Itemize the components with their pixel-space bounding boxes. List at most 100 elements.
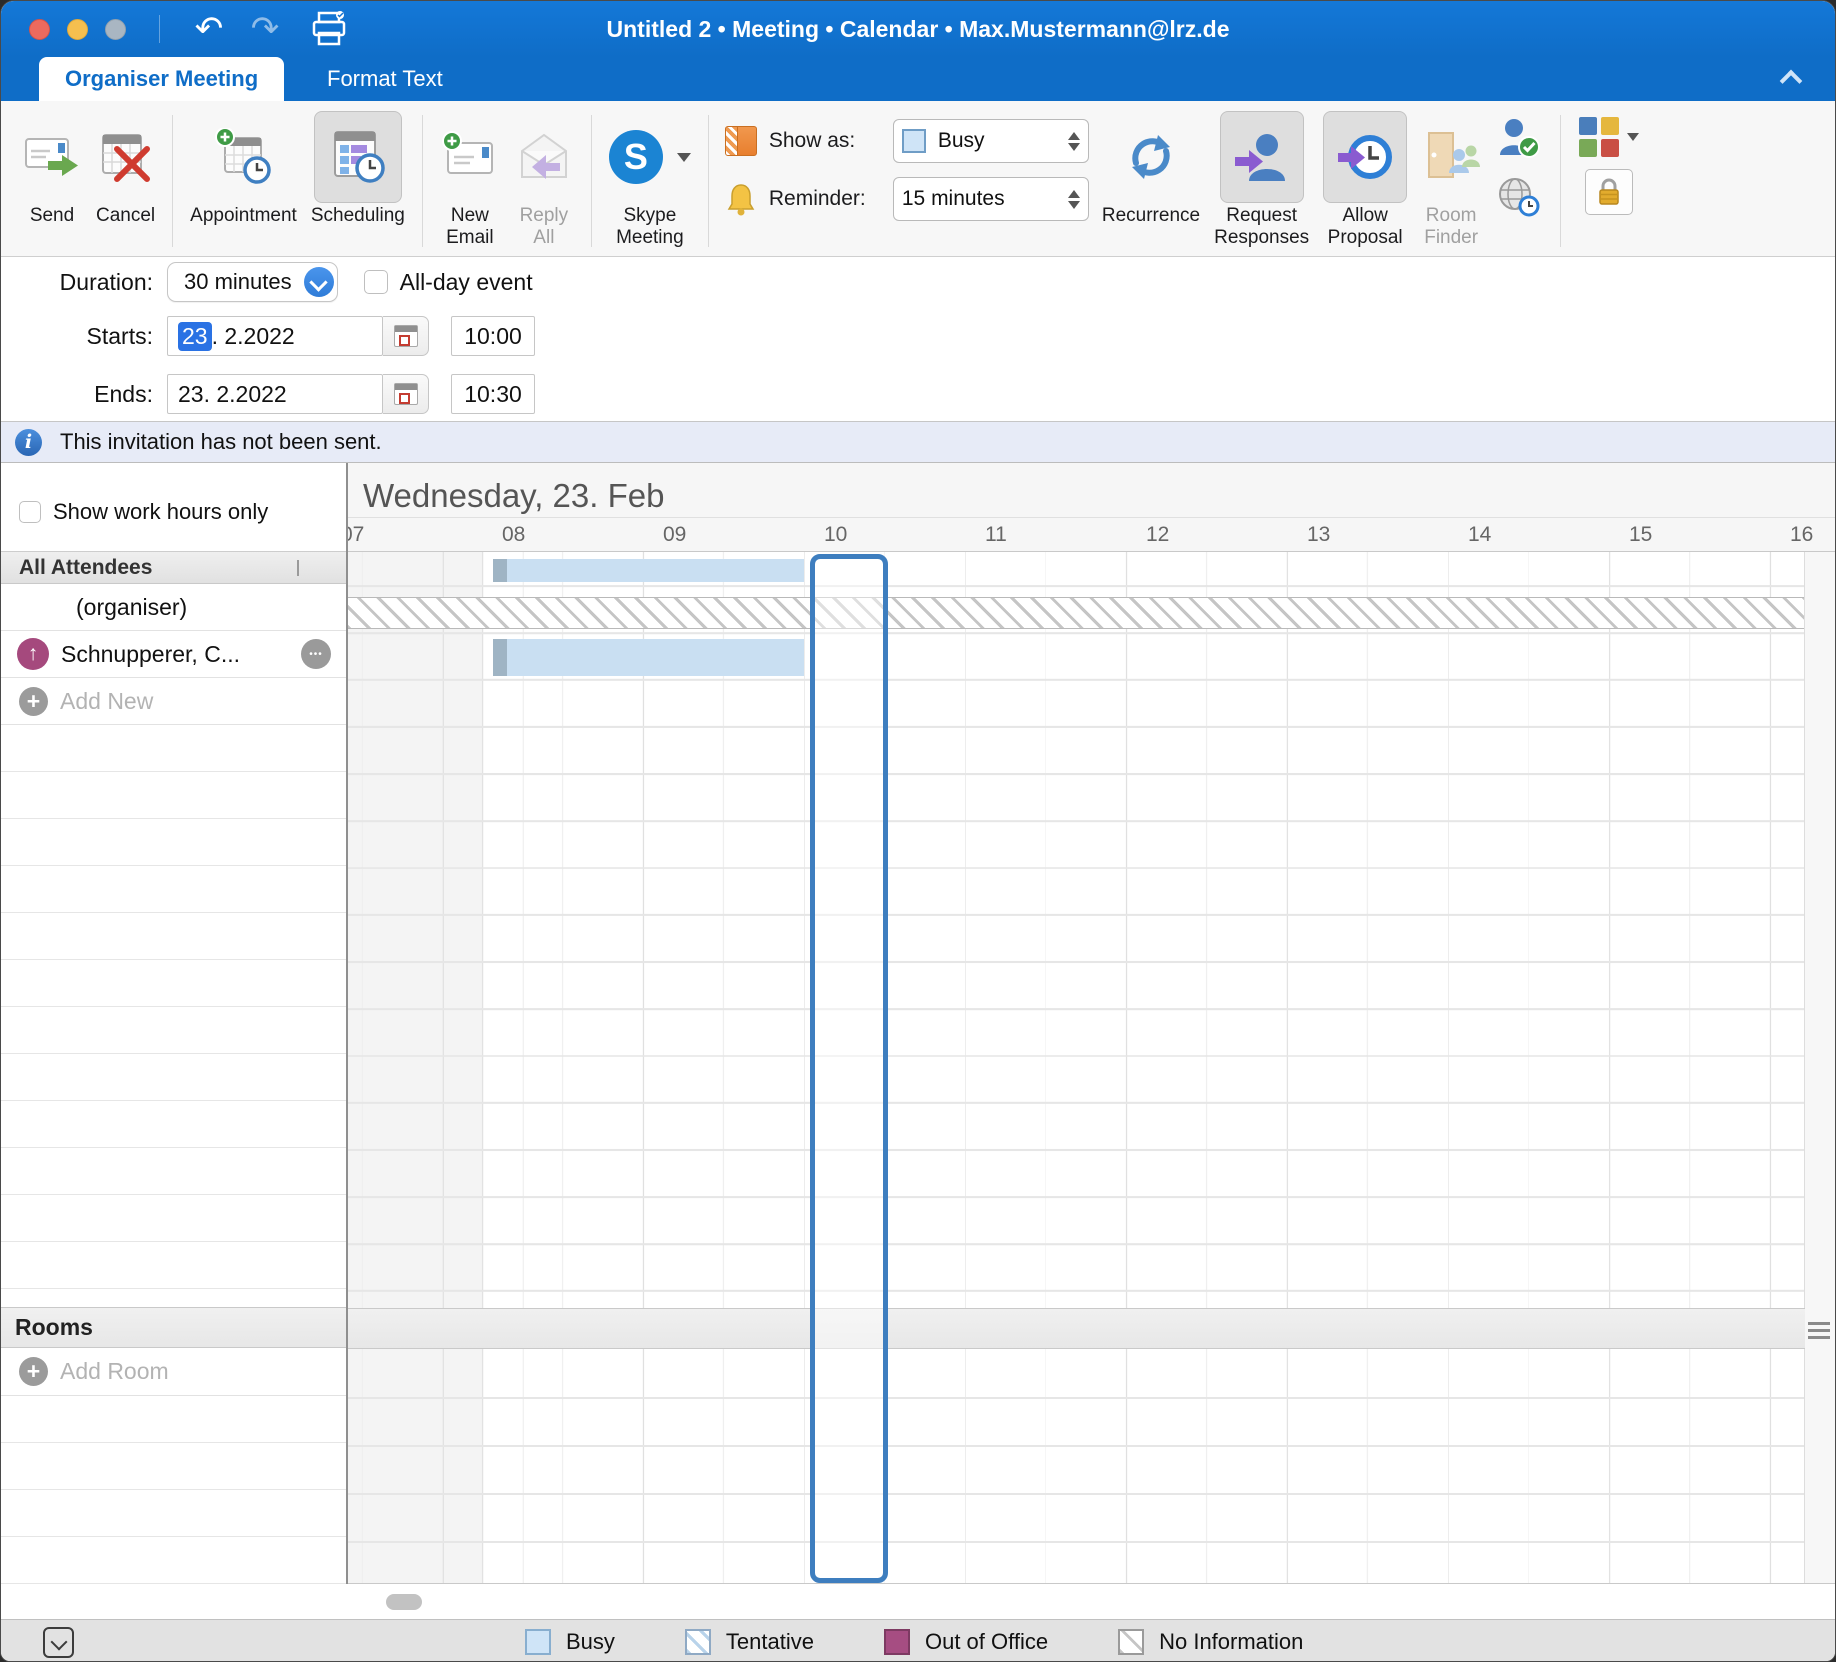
undo-icon[interactable]: ↶ [187, 9, 231, 49]
hour-label: 14 [1468, 523, 1491, 547]
day-header: Wednesday, 23. Feb [347, 463, 1835, 517]
expand-panel-icon[interactable] [43, 1627, 74, 1658]
show-as-dropdown[interactable]: Busy [893, 119, 1089, 163]
tab-organiser-meeting[interactable]: Organiser Meeting [39, 57, 284, 101]
reminder-dropdown[interactable]: 15 minutes [893, 177, 1089, 221]
ends-date-picker-button[interactable] [383, 374, 429, 414]
send-icon [22, 111, 82, 203]
starts-date-picker-button[interactable] [383, 316, 429, 356]
zoom-window-button[interactable] [105, 19, 126, 40]
appointment-icon [213, 111, 275, 203]
attendee-status-icon[interactable] [1496, 117, 1542, 164]
close-window-button[interactable] [29, 19, 50, 40]
grid-row-lines [347, 1349, 1835, 1584]
horizontal-scroll-strip [1, 1584, 1835, 1619]
dropdown-chevron-icon [304, 267, 334, 297]
recurrence-button[interactable]: Recurrence [1102, 111, 1200, 227]
stepper-icon[interactable] [1068, 190, 1080, 209]
ribbon-right-icons [1579, 117, 1639, 215]
busy-bar [493, 639, 804, 676]
tab-format-text[interactable]: Format Text [301, 57, 469, 101]
hour-label: 10 [824, 523, 847, 547]
show-work-hours-checkbox[interactable] [19, 501, 41, 523]
minimize-window-button[interactable] [67, 19, 88, 40]
legend-label: No Information [1159, 1629, 1303, 1655]
legend-label: Out of Office [925, 1629, 1048, 1655]
redo-icon[interactable]: ↷ [243, 9, 287, 49]
ribbon-small-icons [1496, 117, 1542, 223]
stepper-icon[interactable] [1068, 132, 1080, 151]
collapse-ribbon-icon[interactable] [1781, 71, 1801, 85]
panel-divider[interactable] [346, 463, 348, 1584]
ribbon-separator [422, 115, 423, 247]
horizontal-scrollbar[interactable] [386, 1594, 422, 1610]
recurrence-icon [1122, 111, 1180, 203]
invitation-info-bar: i This invitation has not been sent. [1, 421, 1835, 463]
selected-time-slot[interactable] [810, 554, 888, 1583]
reply-all-button[interactable]: Reply All [514, 111, 574, 249]
hour-label: 12 [1146, 523, 1169, 547]
all-attendees-header: All Attendees [1, 551, 347, 584]
ends-time-field[interactable]: 10:30 [451, 374, 535, 414]
request-responses-button[interactable]: Request Responses [1214, 111, 1309, 249]
attendee-panel: Show work hours only All Attendees (orga… [1, 463, 347, 1584]
no-information-bar [347, 597, 1805, 629]
busy-bar [493, 559, 804, 582]
ends-date-field[interactable]: 23. 2.2022 [167, 374, 383, 414]
cancel-icon [97, 111, 155, 203]
busy-swatch-icon [525, 1629, 551, 1655]
empty-attendee-rows [1, 725, 347, 1307]
ribbon-tab-bar: Organiser Meeting Format Text [1, 57, 1835, 101]
all-day-event-checkbox[interactable] [364, 270, 388, 294]
legend-bar: Busy Tentative Out of Office No Information [1, 1619, 1835, 1662]
free-busy-grid[interactable] [347, 551, 1835, 1584]
attendee-row-organiser[interactable]: (organiser) [1, 584, 347, 631]
appointment-button[interactable]: Appointment [190, 111, 297, 227]
legend-item: Out of Office [884, 1629, 1048, 1655]
reminder-bell-icon [725, 182, 757, 216]
legend-label: Tentative [726, 1629, 814, 1655]
calendar-icon [394, 383, 418, 405]
ribbon-separator [172, 115, 173, 247]
send-button[interactable]: Send [22, 111, 82, 227]
rooms-grip-icon[interactable] [1808, 1322, 1830, 1325]
free-busy-legend: Busy Tentative Out of Office No Information [525, 1620, 1303, 1662]
attendee-row[interactable]: ↑ Schnupperer, C... ••• [1, 631, 347, 678]
room-finder-icon [1421, 111, 1481, 203]
rooms-header: Rooms [1, 1307, 347, 1348]
private-button[interactable] [1585, 169, 1633, 215]
show-as-reminder-group: Show as: Busy Reminder: 15 minutes [725, 119, 1089, 221]
add-room-row[interactable]: + Add Room [1, 1348, 347, 1396]
busy-swatch-icon [902, 129, 926, 153]
add-new-attendee-row[interactable]: + Add New [1, 678, 347, 725]
dropdown-caret-icon [1627, 133, 1639, 141]
starts-time-field[interactable]: 10:00 [451, 316, 535, 356]
column-resize-handle[interactable] [297, 560, 299, 576]
starts-date-field[interactable]: 23. 2.2022 [167, 316, 383, 356]
legend-item: Busy [525, 1629, 615, 1655]
time-zones-icon[interactable] [1496, 176, 1542, 223]
cancel-button[interactable]: Cancel [96, 111, 155, 227]
titlebar-separator [159, 15, 160, 43]
room-finder-button[interactable]: Room Finder [1421, 111, 1481, 249]
add-icon: + [19, 687, 48, 716]
hour-label: 08 [502, 523, 525, 547]
print-icon[interactable] [307, 11, 351, 56]
attendee-options-icon[interactable]: ••• [301, 639, 331, 669]
info-text: This invitation has not been sent. [60, 429, 382, 455]
required-attendee-icon: ↑ [17, 638, 49, 670]
skype-meeting-button[interactable]: S Skype Meeting [609, 111, 691, 249]
hour-label: 16 [1790, 523, 1813, 547]
hour-label-strip: 07080910111213141516 [347, 517, 1835, 551]
legend-item: Tentative [685, 1629, 814, 1655]
dropdown-caret-icon [677, 153, 691, 162]
allow-proposal-button[interactable]: Allow Proposal [1323, 111, 1407, 249]
show-as-label: Show as: [769, 129, 879, 153]
scheduling-button[interactable]: Scheduling [311, 111, 405, 227]
hour-label: 07 [347, 523, 364, 547]
new-email-button[interactable]: New Email [440, 111, 500, 249]
allow-proposal-icon [1323, 111, 1407, 203]
duration-label: Duration: [1, 269, 153, 296]
duration-dropdown[interactable]: 30 minutes [167, 262, 338, 302]
categorize-button[interactable] [1579, 117, 1639, 157]
